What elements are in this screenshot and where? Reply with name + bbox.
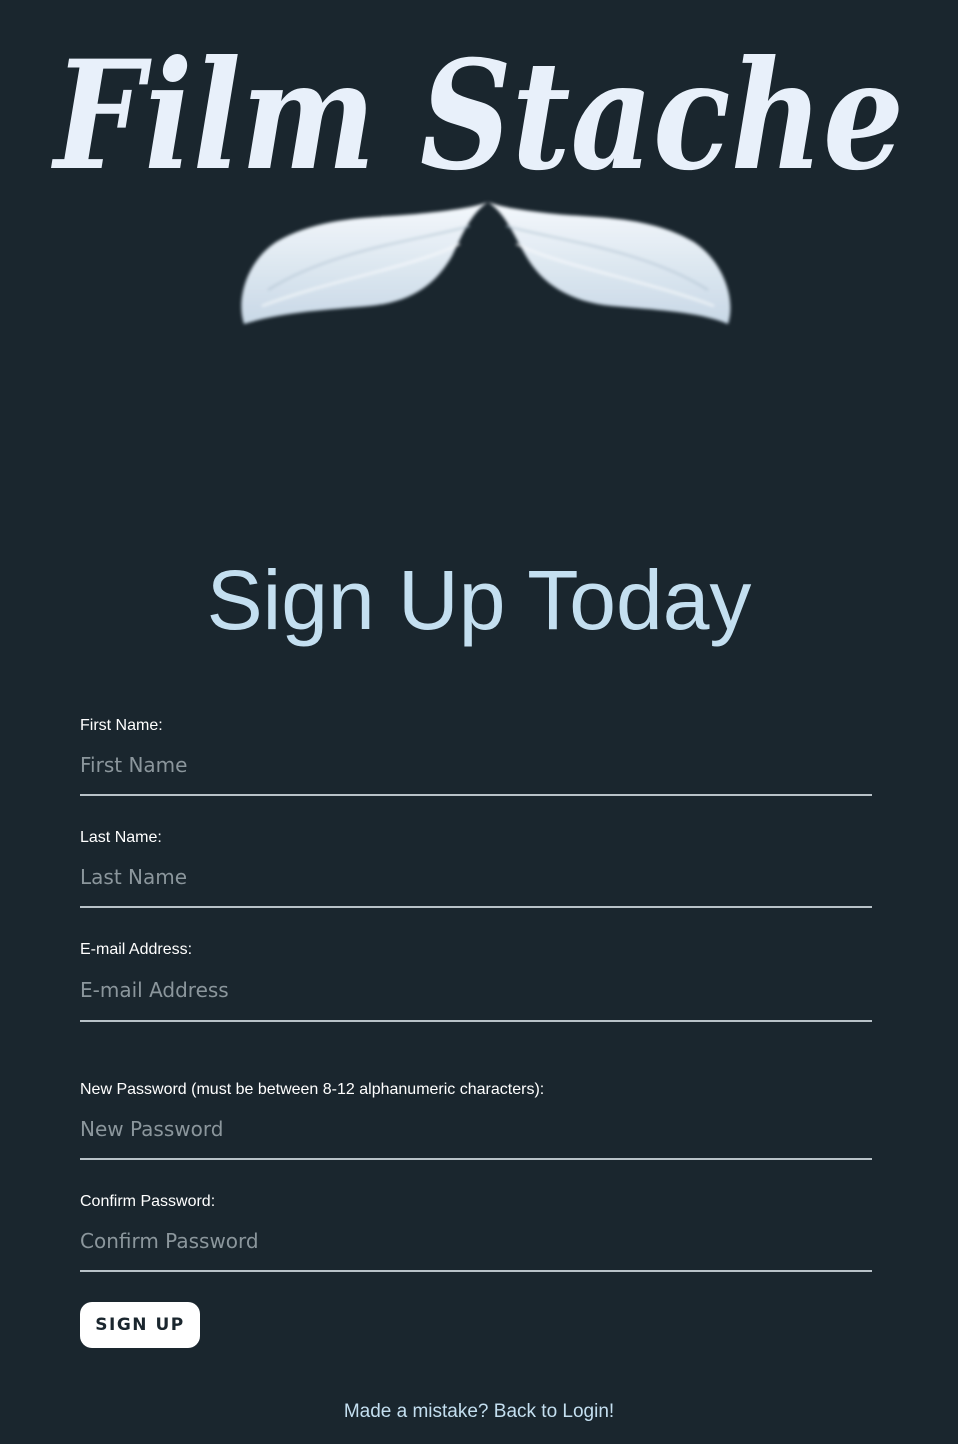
logo: Film Stache bbox=[0, 0, 958, 360]
new-password-label: New Password (must be between 8-12 alpha… bbox=[80, 1081, 545, 1098]
back-to-login-link[interactable]: Made a mistake? Back to Login! bbox=[0, 1400, 958, 1424]
logo-graphic: Film Stache bbox=[51, 28, 904, 324]
mustache-icon bbox=[241, 202, 731, 324]
confirm-password-input[interactable] bbox=[80, 1212, 872, 1272]
email-label: E-mail Address: bbox=[80, 941, 193, 958]
confirm-password-label: Confirm Password: bbox=[80, 1193, 216, 1210]
first-name-group: First Name: bbox=[80, 716, 872, 796]
first-name-input[interactable] bbox=[80, 736, 872, 796]
email-group: E-mail Address: bbox=[80, 940, 872, 1022]
sign-up-button[interactable]: SIGN UP bbox=[80, 1302, 200, 1348]
email-input[interactable] bbox=[80, 960, 872, 1022]
last-name-group: Last Name: bbox=[80, 828, 872, 908]
new-password-input[interactable] bbox=[80, 1100, 872, 1160]
logo-text: Film Stache bbox=[51, 28, 904, 204]
first-name-label: First Name: bbox=[80, 717, 163, 734]
last-name-label: Last Name: bbox=[80, 829, 162, 846]
last-name-input[interactable] bbox=[80, 848, 872, 908]
new-password-group: New Password (must be between 8-12 alpha… bbox=[80, 1080, 872, 1160]
page-title: Sign Up Today bbox=[206, 553, 752, 647]
confirm-password-group: Confirm Password: bbox=[80, 1192, 872, 1272]
